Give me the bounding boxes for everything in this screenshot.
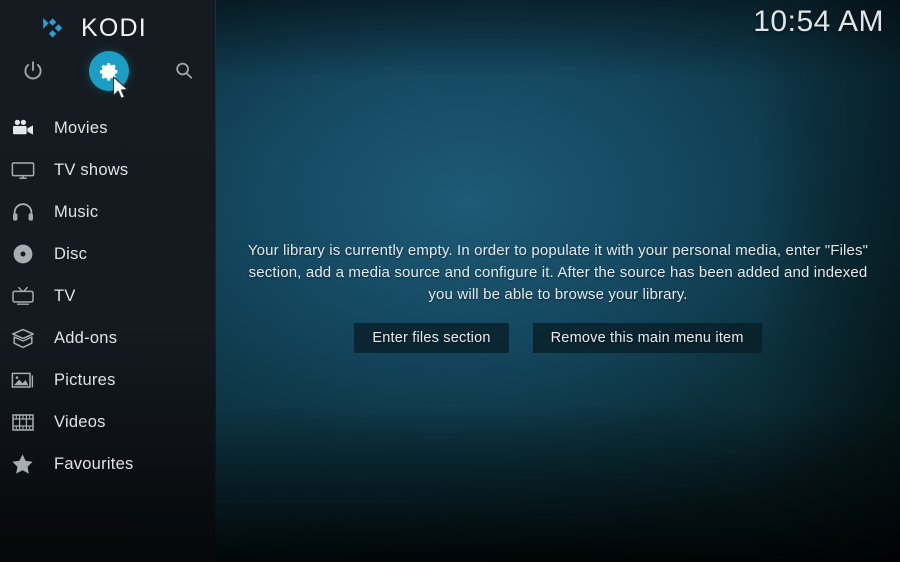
brand-name: KODI (81, 13, 147, 42)
power-icon (22, 60, 44, 82)
empty-library-block: Your library is currently empty. In orde… (216, 240, 900, 353)
tv-monitor-icon (9, 158, 36, 182)
empty-library-actions: Enter files section Remove this main men… (216, 323, 900, 353)
sidebar-item-label: Favourites (54, 454, 134, 473)
sidebar: KODI Movies TV shows Music Disc TV Add-o… (0, 0, 216, 562)
star-icon (9, 452, 36, 476)
sidebar-item-favourites[interactable]: Favourites (0, 443, 216, 485)
enter-files-section-button[interactable]: Enter files section (354, 323, 509, 353)
movie-camera-icon (9, 116, 36, 140)
sidebar-item-label: TV shows (54, 160, 129, 179)
sidebar-item-music[interactable]: Music (0, 191, 216, 233)
sidebar-item-movies[interactable]: Movies (0, 107, 216, 149)
search-icon (173, 60, 195, 82)
settings-button[interactable] (86, 48, 132, 94)
sidebar-item-label: Movies (54, 118, 108, 137)
sidebar-item-label: Pictures (54, 370, 116, 389)
sidebar-item-label: Add-ons (54, 328, 118, 347)
sidebar-item-videos[interactable]: Videos (0, 401, 216, 443)
sidebar-item-tv[interactable]: TV (0, 275, 216, 317)
clock: 10:54 AM (753, 5, 884, 38)
sidebar-top-actions (0, 48, 216, 94)
open-box-icon (9, 326, 36, 350)
brand: KODI (0, 8, 216, 48)
sidebar-item-label: Disc (54, 244, 88, 263)
main-menu: Movies TV shows Music Disc TV Add-ons Pi… (0, 107, 216, 485)
sidebar-item-pictures[interactable]: Pictures (0, 359, 216, 401)
kodi-diamond-logo-icon (38, 13, 68, 43)
main-content-panel: Your library is currently empty. In orde… (216, 0, 900, 562)
sidebar-item-disc[interactable]: Disc (0, 233, 216, 275)
power-button[interactable] (10, 48, 56, 94)
film-strip-icon (9, 410, 36, 434)
sidebar-item-label: TV (54, 286, 76, 305)
sidebar-item-label: Videos (54, 412, 106, 431)
television-antenna-icon (9, 284, 36, 308)
disc-icon (9, 242, 36, 266)
sidebar-item-label: Music (54, 202, 99, 221)
headphones-icon (9, 200, 36, 224)
picture-icon (9, 368, 36, 392)
sidebar-item-add-ons[interactable]: Add-ons (0, 317, 216, 359)
search-button[interactable] (161, 48, 207, 94)
gear-icon (99, 61, 120, 82)
kodi-home-screen: 10:54 AM Your library is currently empty… (0, 0, 900, 562)
empty-library-message: Your library is currently empty. In orde… (247, 242, 869, 303)
remove-main-menu-item-button[interactable]: Remove this main menu item (532, 323, 762, 353)
sidebar-item-tv-shows[interactable]: TV shows (0, 149, 216, 191)
